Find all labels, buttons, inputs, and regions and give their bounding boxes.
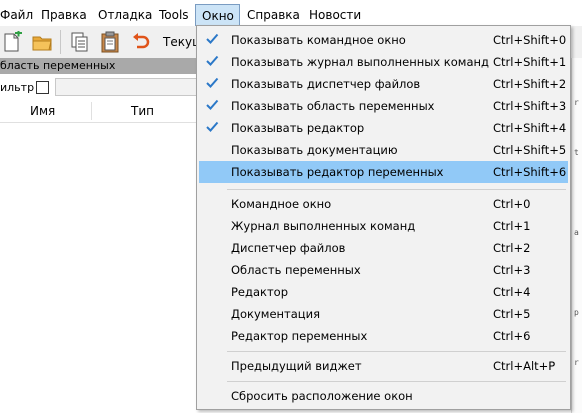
menu-item-shortcut: Ctrl+0 xyxy=(493,197,531,211)
menu-item-shortcut: Ctrl+4 xyxy=(493,285,531,299)
menu-item-label: Область переменных xyxy=(231,263,361,277)
menu-item-shortcut: Ctrl+Shift+1 xyxy=(493,55,567,69)
check-icon xyxy=(205,54,219,68)
menubar: Файл Правка Отладка Tools Окно Справка Н… xyxy=(0,0,582,26)
menu-item-label: Показывать редактор xyxy=(231,121,365,135)
menu-tools[interactable]: Tools xyxy=(159,5,189,25)
menu-item-shortcut: Ctrl+Shift+2 xyxy=(493,77,567,91)
menu-item-label: Журнал выполненных команд xyxy=(231,219,416,233)
menu-item-label: Командное окно xyxy=(231,197,332,211)
background-editor-edge: r t a p r xyxy=(571,58,582,413)
variables-panel-title: бласть переменных xyxy=(0,58,200,74)
menu-item-label: Редактор xyxy=(231,285,288,299)
column-type[interactable]: Тип xyxy=(131,104,154,118)
menu-item-shortcut: Ctrl+5 xyxy=(493,307,531,321)
column-separator xyxy=(91,102,92,120)
filter-label: ильтр xyxy=(0,81,35,94)
copy-icon[interactable] xyxy=(69,31,91,53)
open-folder-icon[interactable] xyxy=(31,31,53,53)
menu-item-history[interactable]: Журнал выполненных команд Ctrl+1 xyxy=(199,215,568,237)
menu-item-show-command-window[interactable]: Показывать командное окно Ctrl+Shift+0 xyxy=(199,29,568,51)
menu-item-label: Предыдущий виджет xyxy=(231,359,362,373)
menu-item-shortcut: Ctrl+Shift+6 xyxy=(493,165,567,179)
menu-separator xyxy=(227,189,566,190)
menu-item-documentation[interactable]: Документация Ctrl+5 xyxy=(199,303,568,325)
filter-row: ильтр xyxy=(0,76,200,98)
paste-icon[interactable] xyxy=(99,31,121,53)
menu-item-workspace[interactable]: Область переменных Ctrl+3 xyxy=(199,259,568,281)
menu-item-shortcut: Ctrl+Shift+5 xyxy=(493,143,567,157)
menu-item-shortcut: Ctrl+Shift+3 xyxy=(493,99,567,113)
menu-item-editor[interactable]: Редактор Ctrl+4 xyxy=(199,281,568,303)
menu-item-label: Показывать журнал выполненных команд xyxy=(231,55,489,69)
menu-item-label: Показывать область переменных xyxy=(231,99,435,113)
filter-input[interactable] xyxy=(55,78,197,96)
menu-edit[interactable]: Правка xyxy=(41,5,87,25)
menu-item-command-window[interactable]: Командное окно Ctrl+0 xyxy=(199,193,568,215)
variables-column-header: Имя Тип xyxy=(0,100,200,123)
menu-item-show-documentation[interactable]: Показывать документацию Ctrl+Shift+5 xyxy=(199,139,568,161)
check-icon xyxy=(205,120,219,134)
menu-separator xyxy=(227,351,566,352)
column-name[interactable]: Имя xyxy=(30,104,55,118)
menu-item-show-file-browser[interactable]: Показывать диспетчер файлов Ctrl+Shift+2 xyxy=(199,73,568,95)
menu-item-label: Показывать документацию xyxy=(231,143,398,157)
check-icon xyxy=(205,32,219,46)
menu-item-shortcut: Ctrl+2 xyxy=(493,241,531,255)
menu-item-variable-editor[interactable]: Редактор переменных Ctrl+6 xyxy=(199,325,568,347)
menu-separator xyxy=(227,381,566,382)
menu-item-label: Показывать командное окно xyxy=(231,33,406,47)
menu-item-file-browser[interactable]: Диспетчер файлов Ctrl+2 xyxy=(199,237,568,259)
check-icon xyxy=(205,76,219,90)
menu-item-shortcut: Ctrl+Shift+0 xyxy=(493,33,567,47)
variables-list xyxy=(0,123,200,413)
menu-help[interactable]: Справка xyxy=(247,5,300,25)
menu-debug[interactable]: Отладка xyxy=(98,5,152,25)
menu-item-shortcut: Ctrl+Alt+P xyxy=(493,359,556,373)
menu-item-previous-widget[interactable]: Предыдущий виджет Ctrl+Alt+P xyxy=(199,355,568,377)
toolbar-separator xyxy=(60,30,61,54)
filter-checkbox[interactable] xyxy=(36,81,49,94)
check-icon xyxy=(205,98,219,112)
menu-item-shortcut: Ctrl+3 xyxy=(493,263,531,277)
menu-item-label: Документация xyxy=(231,307,321,321)
window-menu-dropdown: Показывать командное окно Ctrl+Shift+0 П… xyxy=(196,25,571,410)
menu-item-shortcut: Ctrl+Shift+4 xyxy=(493,121,567,135)
menu-news[interactable]: Новости xyxy=(309,5,361,25)
menu-item-label: Диспетчер файлов xyxy=(231,241,346,255)
menu-item-label: Редактор переменных xyxy=(231,329,368,343)
menu-file[interactable]: Файл xyxy=(0,5,33,25)
undo-icon[interactable] xyxy=(130,31,152,53)
menu-item-reset-layout[interactable]: Сбросить расположение окон xyxy=(199,385,568,407)
menu-item-label: Показывать редактор переменных xyxy=(231,165,444,179)
menu-item-shortcut: Ctrl+6 xyxy=(493,329,531,343)
menu-item-show-history[interactable]: Показывать журнал выполненных команд Ctr… xyxy=(199,51,568,73)
menu-item-shortcut: Ctrl+1 xyxy=(493,219,531,233)
menu-item-label: Показывать диспетчер файлов xyxy=(231,77,421,91)
menu-item-show-workspace[interactable]: Показывать область переменных Ctrl+Shift… xyxy=(199,95,568,117)
menu-item-show-variable-editor[interactable]: Показывать редактор переменных Ctrl+Shif… xyxy=(199,161,568,183)
menu-item-show-editor[interactable]: Показывать редактор Ctrl+Shift+4 xyxy=(199,117,568,139)
new-file-icon[interactable] xyxy=(1,29,23,53)
menu-item-label: Сбросить расположение окон xyxy=(231,389,413,403)
menu-window[interactable]: Окно xyxy=(195,4,240,26)
